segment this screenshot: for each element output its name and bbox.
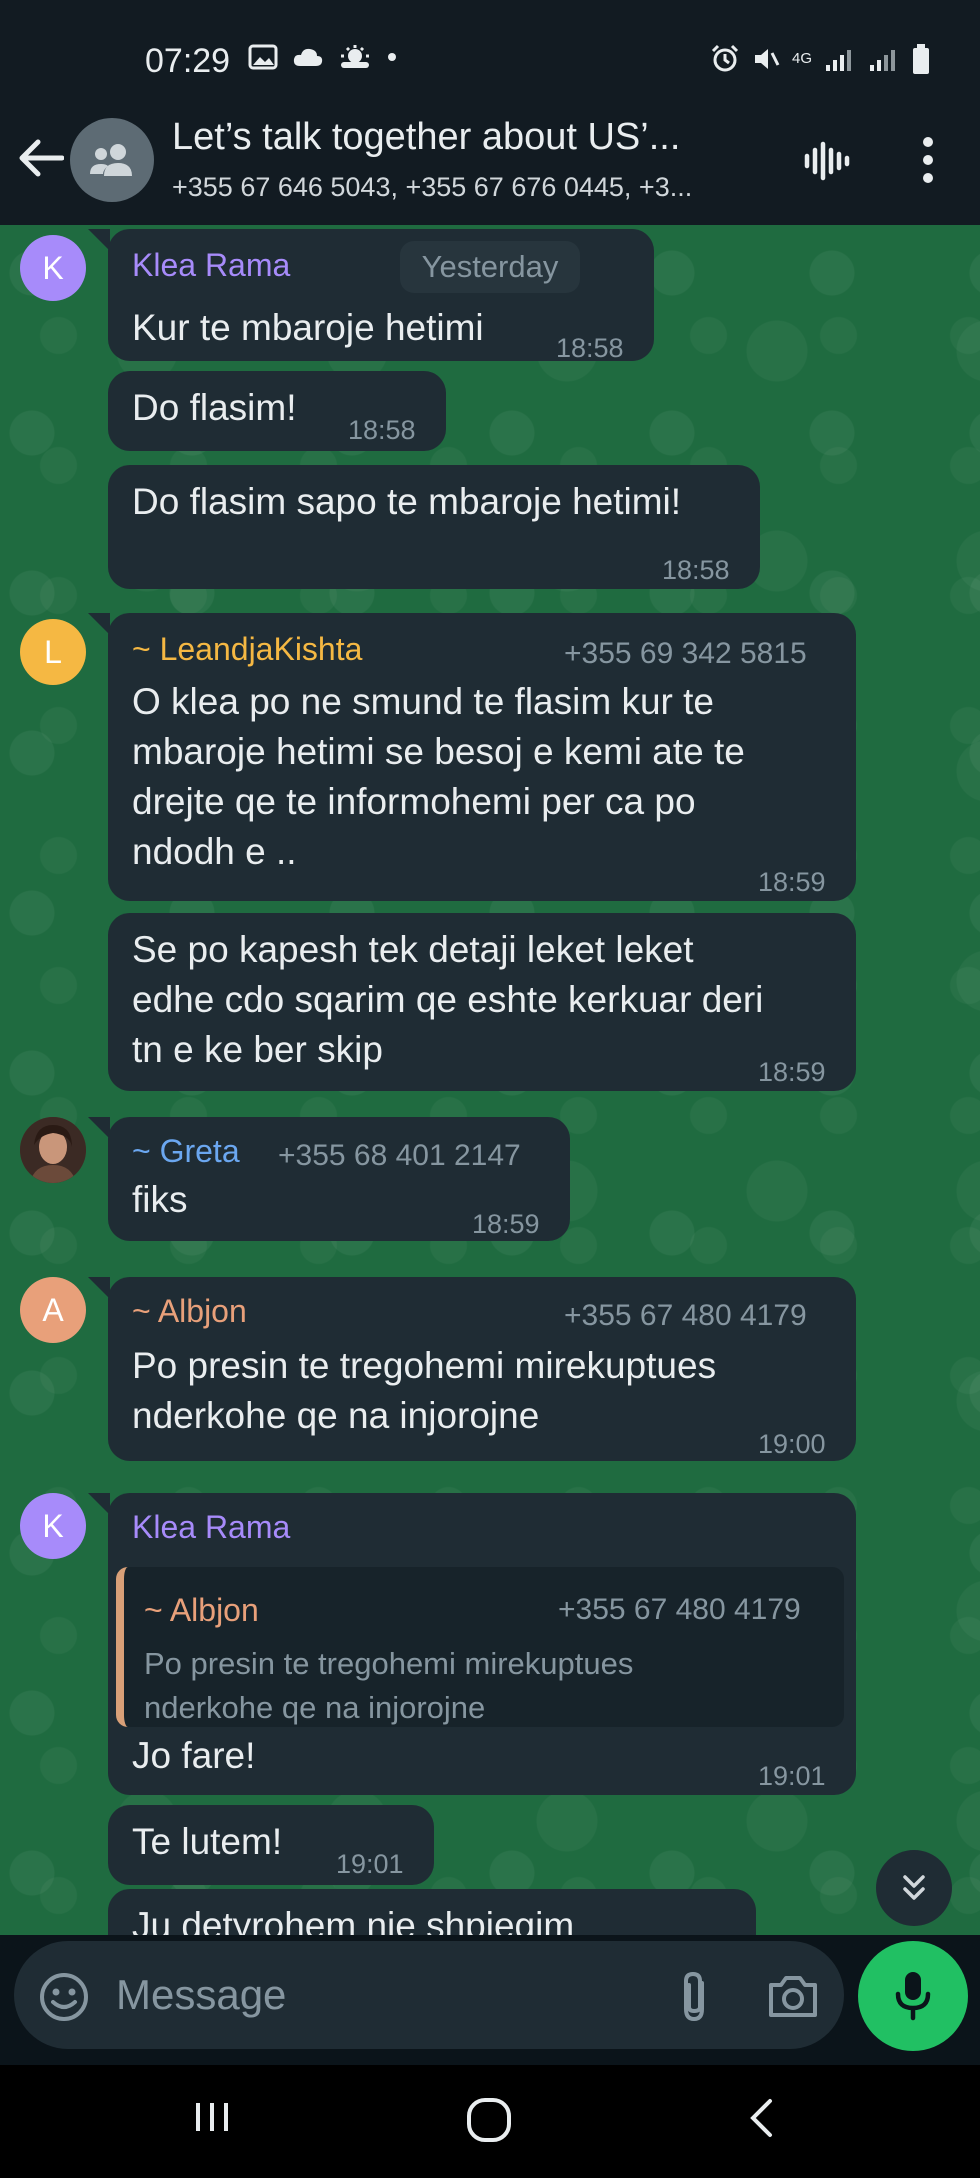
message-line: Po presin te tregohemi mirekuptues [132, 1345, 717, 1386]
avatar-leandja[interactable]: L [20, 619, 86, 685]
chat-participants[interactable]: +355 67 646 5043, +355 67 676 0445, +3..… [172, 172, 692, 203]
message-bubble[interactable]: Se po kapesh tek detaji leket leket edhe… [108, 913, 856, 1091]
scroll-down-icon [903, 1875, 925, 1900]
group-avatar[interactable] [70, 118, 154, 202]
quoted-message[interactable]: ~ Albjon +355 67 480 4179 Po presin te t… [116, 1567, 844, 1727]
bubble-tail [88, 229, 110, 251]
message-line: Se po kapesh tek detaji leket leket [132, 929, 694, 970]
avatar-klea[interactable]: K [20, 235, 86, 301]
message-time: 18:58 [556, 333, 624, 363]
message-time: 19:01 [656, 1921, 724, 1935]
message-placeholder: Message [116, 1971, 287, 2018]
weather-icon [341, 45, 369, 68]
message-text: Kur te mbaroje hetimi [132, 307, 484, 348]
avatar-klea[interactable]: K [20, 1493, 86, 1559]
mute-icon [754, 49, 780, 69]
attach-icon[interactable] [674, 1969, 714, 2025]
message-list[interactable]: K Klea Rama Kur te mbaroje hetimi 18:58 … [0, 225, 980, 1935]
message-bubble[interactable]: Klea Rama ~ Albjon +355 67 480 4179 Po p… [108, 1493, 856, 1795]
quoted-sender: ~ Albjon [144, 1592, 259, 1628]
message-bubble[interactable]: Ju detyrohem nje shpjegim 19:01 [108, 1889, 756, 1935]
message-time: 18:59 [472, 1209, 540, 1239]
message-text: fiks [132, 1179, 188, 1220]
network-type: 4G [791, 50, 812, 67]
sender-name[interactable]: ~ Albjon [132, 1291, 247, 1331]
home-icon[interactable] [464, 2095, 514, 2145]
chat-title[interactable]: Let’s talk together about US’... [172, 116, 680, 159]
voice-call-icon[interactable] [800, 134, 854, 188]
message-bubble[interactable]: ~ LeandjaKishta +355 69 342 5815 O klea … [108, 613, 856, 901]
signal-icon [826, 50, 851, 71]
bubble-tail [88, 613, 110, 635]
message-input[interactable]: Message [14, 1941, 844, 2049]
status-time: 07:29 [145, 42, 231, 80]
message-bubble[interactable]: Te lutem! 19:01 [108, 1805, 434, 1885]
dot-icon [388, 53, 396, 61]
chat-header: Let’s talk together about US’... +355 67… [0, 100, 980, 225]
sender-phone: +355 68 401 2147 [278, 1139, 521, 1172]
status-notification-icons [248, 44, 398, 70]
sender-name[interactable]: Klea Rama [132, 245, 290, 285]
message-text: Do flasim! [132, 387, 297, 428]
bubble-tail [88, 1117, 110, 1139]
message-bubble[interactable]: ~ Albjon +355 67 480 4179 Po presin te t… [108, 1277, 856, 1461]
cloud-icon [293, 48, 323, 66]
recents-icon[interactable] [190, 2095, 234, 2139]
sender-phone: +355 69 342 5815 [564, 637, 807, 670]
sender-name[interactable]: ~ Greta [132, 1131, 240, 1171]
message-bubble[interactable]: ~ Greta +355 68 401 2147 fiks 18:59 [108, 1117, 570, 1241]
message-bubble[interactable]: Do flasim sapo te mbaroje hetimi! 18:58 [108, 465, 760, 589]
message-text: Jo fare! [132, 1735, 256, 1776]
message-time: 18:58 [662, 555, 730, 585]
avatar-albjon[interactable]: A [20, 1277, 86, 1343]
mic-button[interactable] [858, 1941, 968, 2051]
bubble-tail [88, 1493, 110, 1515]
scroll-to-bottom-button[interactable] [876, 1850, 952, 1926]
message-text: Ju detyrohem nje shpjegim [132, 1905, 575, 1935]
message-line: drejte qe te informohemi per ca po [132, 781, 696, 822]
back-arrow-icon[interactable] [18, 138, 64, 178]
sender-phone: +355 67 480 4179 [564, 1299, 807, 1332]
message-time: 18:59 [758, 1057, 826, 1087]
message-time: 18:58 [348, 415, 416, 445]
message-line: nderkohe qe na injorojne [132, 1395, 540, 1436]
greta-photo [20, 1117, 86, 1183]
message-line: mbaroje hetimi se besoj e kemi ate te [132, 731, 745, 772]
message-time: 19:01 [336, 1849, 404, 1879]
message-line: O klea po ne smund te flasim kur te [132, 681, 714, 722]
message-text: Te lutem! [132, 1821, 283, 1862]
more-vert-icon[interactable] [910, 134, 946, 186]
battery-icon [913, 44, 929, 74]
system-nav-bar [0, 2065, 980, 2178]
group-icon [90, 144, 132, 176]
camera-icon[interactable] [766, 1971, 820, 2021]
signal-2-icon [870, 50, 895, 71]
message-text: Do flasim sapo te mbaroje hetimi! [132, 481, 682, 522]
status-system-icons: 4G [710, 44, 930, 74]
message-line: edhe cdo sqarim qe eshte kerkuar deri [132, 979, 764, 1020]
bubble-tail [88, 1277, 110, 1299]
back-nav-icon[interactable] [744, 2095, 778, 2141]
composer: Message [0, 1935, 980, 2065]
message-time: 19:01 [758, 1761, 826, 1791]
quoted-phone: +355 67 480 4179 [558, 1593, 801, 1626]
message-time: 18:59 [758, 867, 826, 897]
avatar-greta[interactable] [20, 1117, 86, 1183]
message-line: tn e ke ber skip [132, 1029, 383, 1070]
message-bubble[interactable]: Do flasim! 18:58 [108, 371, 446, 451]
emoji-icon[interactable] [38, 1971, 90, 2023]
date-separator: Yesterday [400, 241, 580, 293]
quoted-line: nderkohe qe na injorojne [144, 1690, 486, 1725]
message-line: ndodh e .. [132, 831, 297, 872]
mic-icon [895, 1972, 931, 2021]
sender-name[interactable]: ~ LeandjaKishta [132, 629, 362, 669]
gallery-icon [248, 44, 278, 70]
sender-name[interactable]: Klea Rama [132, 1507, 290, 1547]
alarm-icon [711, 44, 739, 72]
quoted-line: Po presin te tregohemi mirekuptues [144, 1646, 634, 1681]
message-time: 19:00 [758, 1429, 826, 1459]
